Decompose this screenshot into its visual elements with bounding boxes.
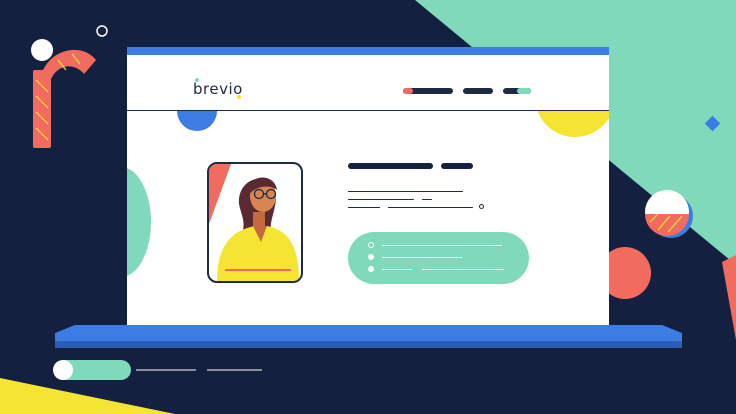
white-dot-shape [31, 39, 53, 61]
bullet-icon [368, 266, 374, 272]
nav-item-3[interactable] [503, 88, 531, 94]
profile-avatar[interactable] [207, 162, 303, 283]
profile-name-placeholder [348, 163, 433, 169]
bullet-icon [368, 254, 374, 260]
laptop-screen: brevio [127, 47, 609, 327]
webcam-dot [373, 49, 377, 53]
coral-sliver-shape [722, 255, 736, 340]
info-line-3 [382, 269, 412, 270]
brand-name: brevio [193, 80, 243, 98]
text-line-2 [348, 199, 414, 200]
text-line-4 [348, 207, 380, 208]
nav-item-2[interactable] [463, 88, 493, 94]
info-line-4 [422, 269, 504, 270]
small-circle-outline-icon [479, 204, 484, 209]
person-avatar-icon [209, 164, 299, 281]
bullet-icon [368, 242, 374, 248]
text-line-5 [388, 207, 473, 208]
brand-logo[interactable]: brevio [193, 78, 243, 99]
info-line-1 [382, 245, 502, 246]
site-header: brevio [127, 55, 609, 111]
letter-r-shape [33, 49, 96, 148]
toggle-switch[interactable] [53, 360, 131, 380]
text-line-3 [422, 199, 432, 200]
mint-half-circle-shape [127, 167, 151, 277]
text-line-1 [348, 191, 463, 192]
info-line-2 [382, 257, 462, 258]
circle-outline-icon [96, 25, 108, 37]
contact-info-card[interactable] [348, 232, 529, 284]
profile-role-placeholder [441, 163, 473, 169]
logo-dot-mint [195, 78, 199, 82]
laptop-base [55, 325, 682, 348]
toggle-knob [53, 360, 73, 380]
screen-top-line [312, 52, 362, 53]
yellow-wedge-shape [0, 378, 175, 414]
nav-item-1[interactable] [403, 88, 453, 94]
logo-dot-yellow [237, 95, 241, 99]
